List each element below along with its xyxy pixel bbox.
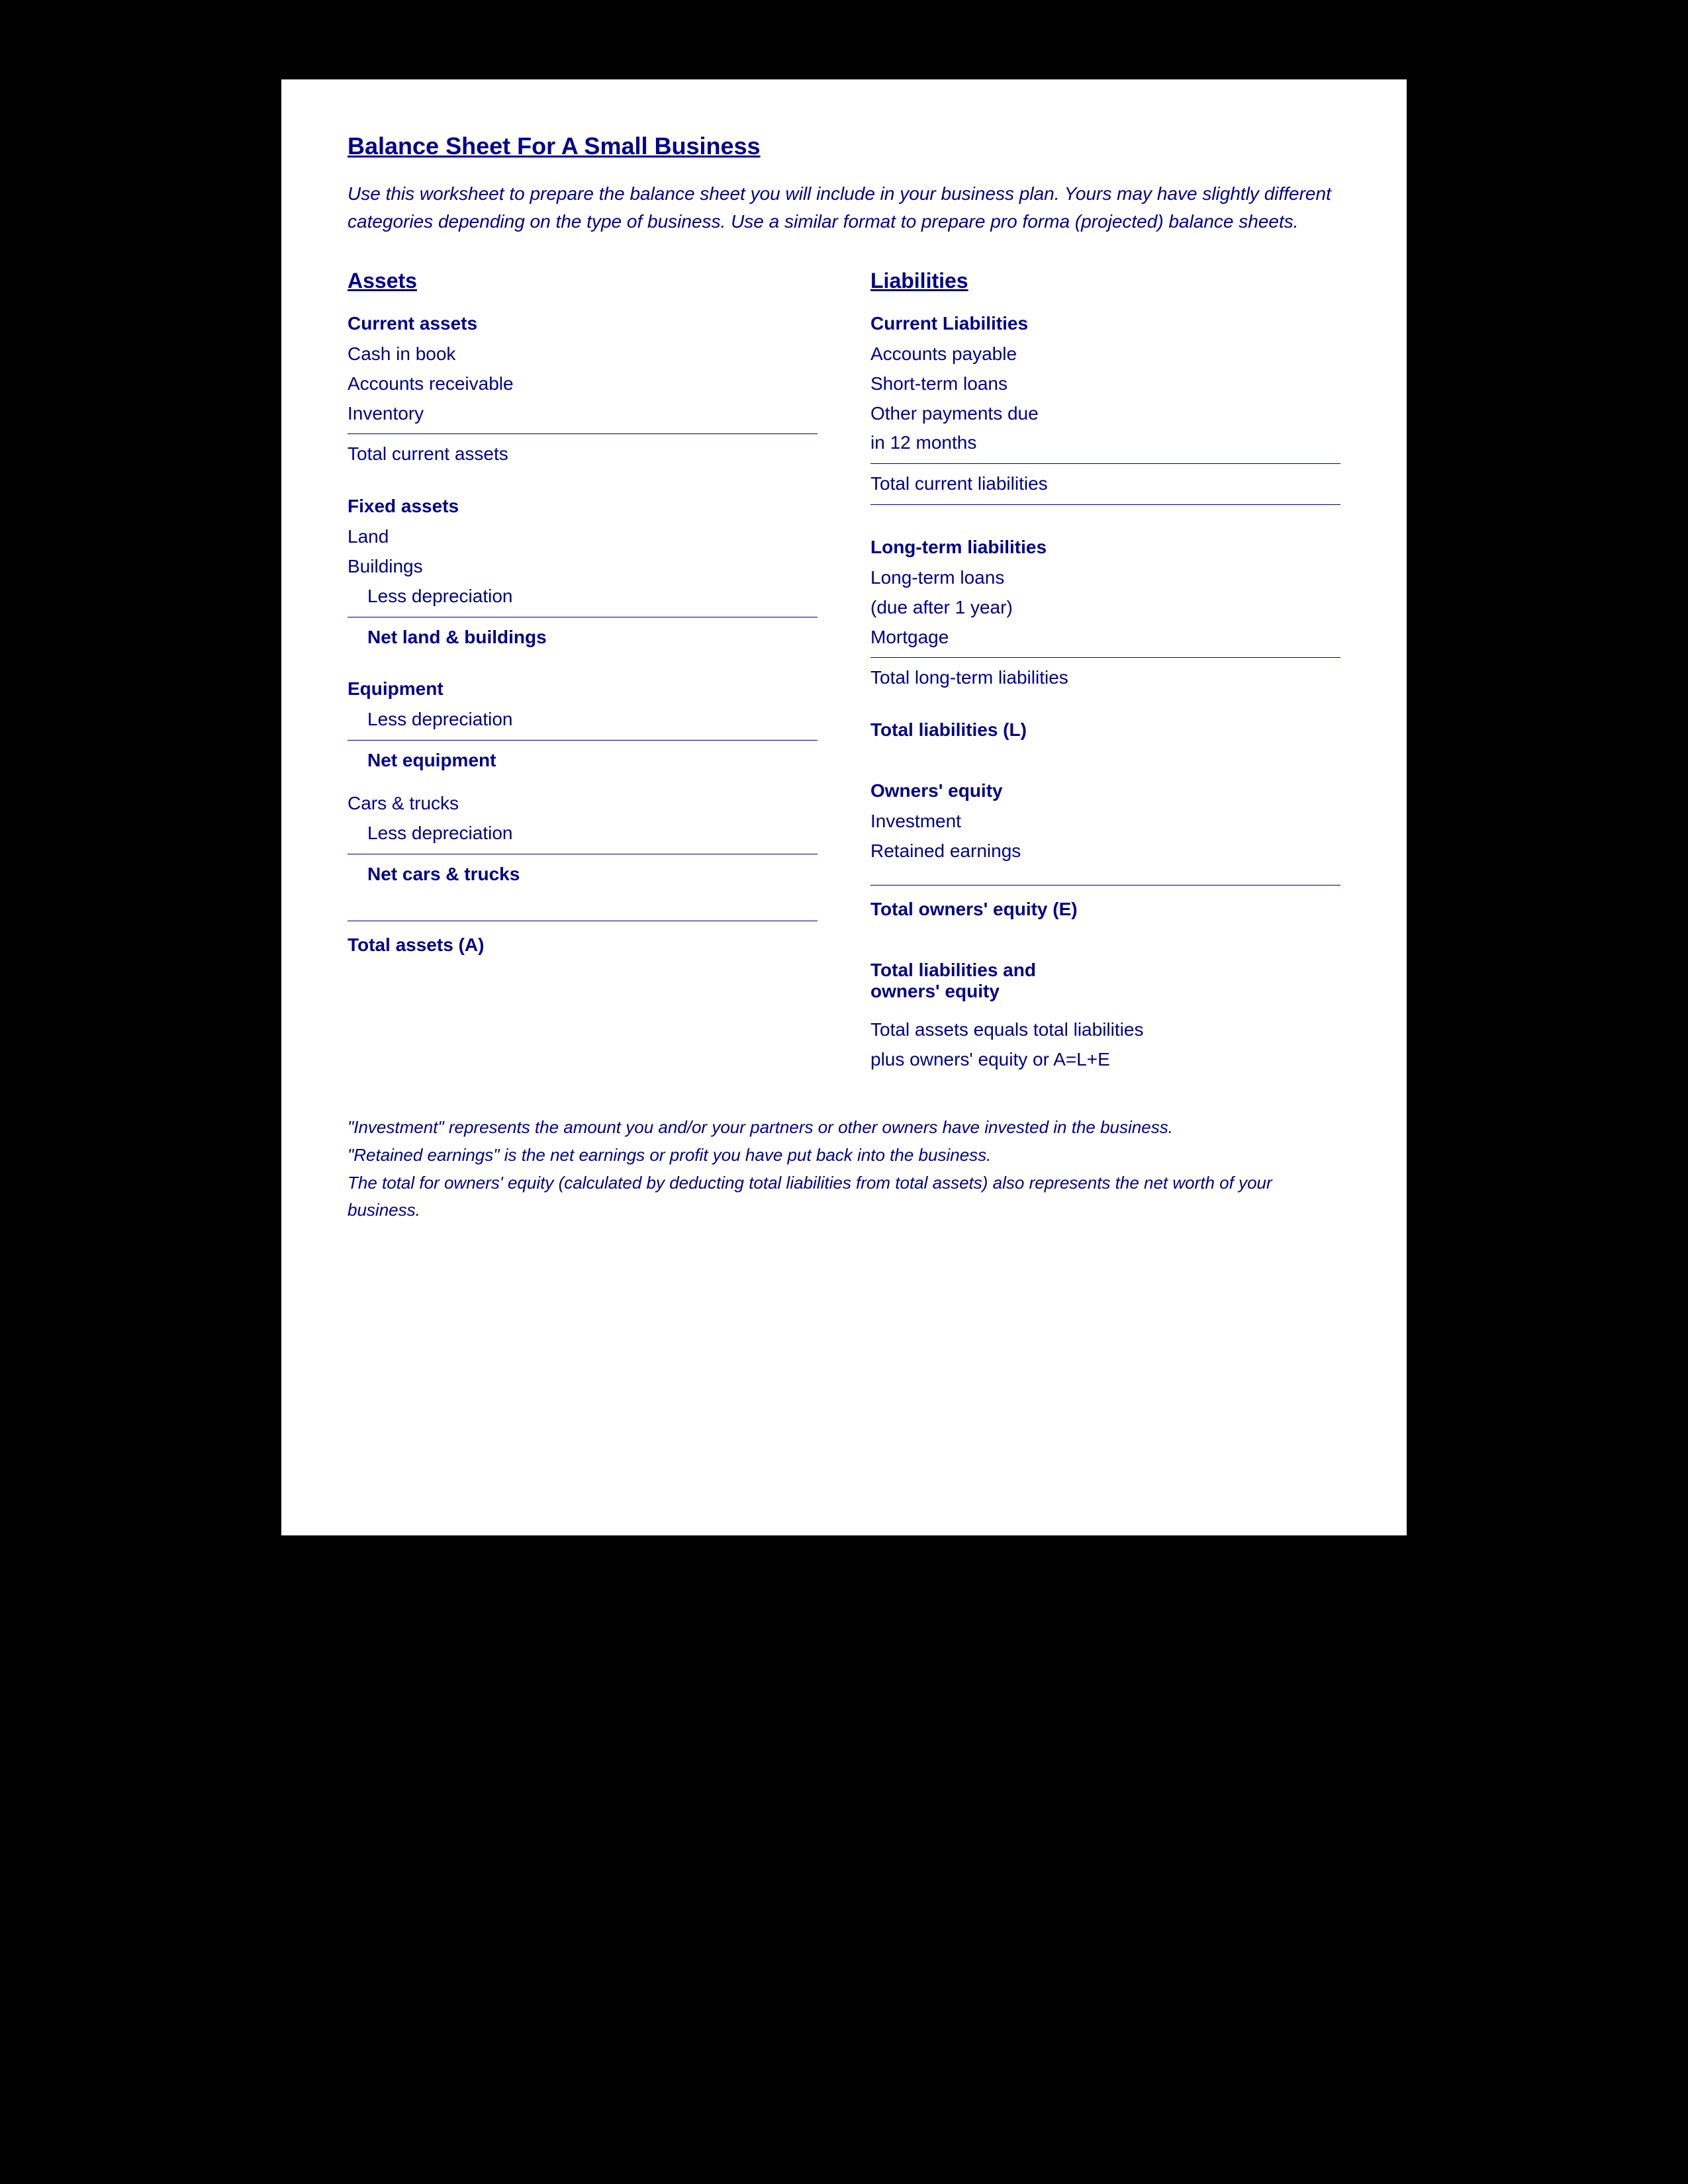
total-owners-equity: Total owners' equity (E) (870, 899, 1340, 920)
buildings-depreciation: Less depreciation (348, 582, 818, 612)
retained-earnings: Retained earnings (870, 837, 1340, 866)
long-term-loans: Long-term loans (870, 563, 1340, 593)
equipment-divider (348, 740, 818, 741)
total-long-term-liabilities: Total long-term liabilities (870, 663, 1340, 693)
inventory: Inventory (348, 399, 818, 429)
equipment-header: Equipment (348, 678, 818, 700)
liabilities-header: Liabilities (870, 269, 1340, 293)
columns-wrapper: Assets Current assets Cash in book Accou… (348, 269, 1340, 1074)
page-title: Balance Sheet For A Small Business (348, 132, 1340, 160)
footnotes-section: "Investment" represents the amount you a… (348, 1114, 1340, 1224)
fixed-assets-section: Fixed assets Land Buildings Less depreci… (348, 496, 818, 652)
footnote-2: "Retained earnings" is the net earnings … (348, 1142, 1340, 1169)
current-liabilities-section: Current Liabilities Accounts payable Sho… (870, 313, 1340, 499)
other-payments-due: Other payments due (870, 399, 1340, 429)
net-cars-trucks: Net cars & trucks (348, 860, 818, 889)
total-liabilities-equity-section: Total liabilities and owners' equity Tot… (870, 960, 1340, 1075)
land: Land (348, 522, 818, 552)
footnote-1: "Investment" represents the amount you a… (348, 1114, 1340, 1142)
fixed-assets-header: Fixed assets (348, 496, 818, 517)
assets-header: Assets (348, 269, 818, 293)
total-current-assets: Total current assets (348, 439, 818, 469)
current-assets-section: Current assets Cash in book Accounts rec… (348, 313, 818, 469)
accounts-payable: Accounts payable (870, 340, 1340, 369)
cash-in-book: Cash in book (348, 340, 818, 369)
equipment-depreciation: Less depreciation (348, 705, 818, 735)
equipment-section: Equipment Less depreciation Net equipmen… (348, 678, 818, 776)
liabilities-column: Liabilities Current Liabilities Accounts… (870, 269, 1340, 1074)
short-term-loans: Short-term loans (870, 369, 1340, 399)
footnote-3: The total for owners' equity (calculated… (348, 1169, 1340, 1224)
total-assets-equals-line2: plus owners' equity or A=L+E (870, 1045, 1340, 1075)
cars-trucks-section: Cars & trucks Less depreciation Net cars… (348, 789, 818, 889)
total-liabilities-equity-line1: Total liabilities and owners' equity (870, 960, 1340, 1002)
cars-trucks-depreciation: Less depreciation (348, 819, 818, 848)
intro-text: Use this worksheet to prepare the balanc… (348, 180, 1340, 236)
page: Balance Sheet For A Small Business Use t… (281, 79, 1407, 1535)
net-equipment: Net equipment (348, 746, 818, 776)
assets-column: Assets Current assets Cash in book Accou… (348, 269, 818, 1074)
investment: Investment (870, 807, 1340, 837)
owners-equity-header: Owners' equity (870, 780, 1340, 801)
current-liabilities-divider (870, 463, 1340, 464)
buildings: Buildings (348, 552, 818, 582)
total-assets-equals-line1: Total assets equals total liabilities (870, 1015, 1340, 1045)
in-12-months: in 12 months (870, 428, 1340, 458)
equity-divider (870, 885, 1340, 886)
current-liabilities-header: Current Liabilities (870, 313, 1340, 334)
total-assets: Total assets (A) (348, 934, 818, 956)
due-after-1-year: (due after 1 year) (870, 593, 1340, 623)
net-land-buildings: Net land & buildings (348, 623, 818, 653)
total-liabilities: Total liabilities (L) (870, 719, 1340, 741)
long-term-liabilities-header: Long-term liabilities (870, 537, 1340, 558)
long-term-liabilities-section: Long-term liabilities Long-term loans (d… (870, 537, 1340, 693)
cars-trucks: Cars & trucks (348, 789, 818, 819)
current-assets-divider (348, 433, 818, 434)
owners-equity-section: Owners' equity Investment Retained earni… (870, 780, 1340, 866)
total-current-liabilities: Total current liabilities (870, 469, 1340, 499)
current-assets-header: Current assets (348, 313, 818, 334)
long-term-divider (870, 657, 1340, 658)
section-divider-1 (870, 504, 1340, 505)
mortgage: Mortgage (870, 623, 1340, 653)
accounts-receivable: Accounts receivable (348, 369, 818, 399)
